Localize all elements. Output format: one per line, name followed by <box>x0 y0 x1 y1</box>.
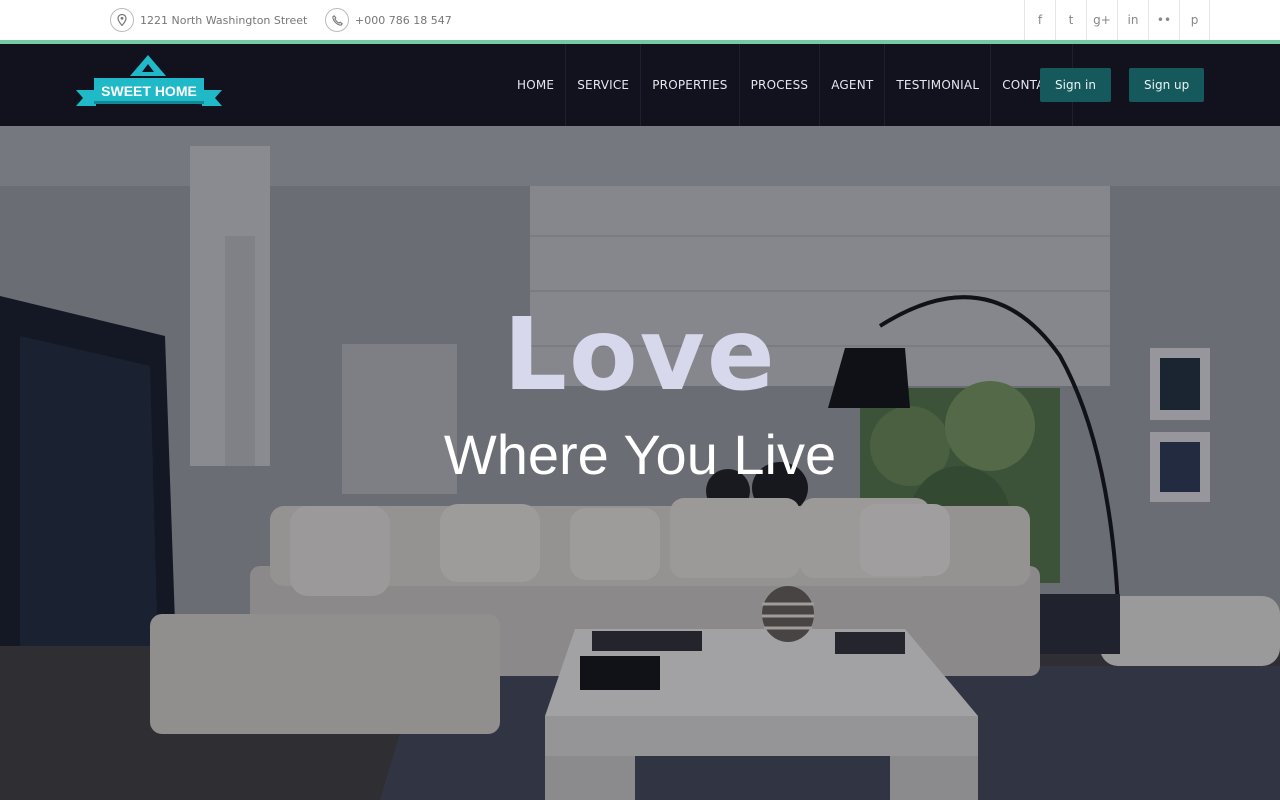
nav-item-process[interactable]: PROCESS <box>740 44 821 126</box>
hero-subtitle: Where You Live <box>443 423 837 486</box>
logo-text: SWEET HOME <box>101 83 197 99</box>
hero-section: Love Where You Live <box>0 126 1280 800</box>
google-plus-icon[interactable]: g+ <box>1086 0 1117 40</box>
flickr-icon[interactable]: •• <box>1148 0 1179 40</box>
sweet-home-logo[interactable]: SWEET HOME <box>76 54 222 110</box>
map-marker-icon <box>110 8 134 32</box>
nav-item-agent[interactable]: AGENT <box>820 44 886 126</box>
pinterest-icon[interactable]: p <box>1179 0 1210 40</box>
phone-text[interactable]: +000 786 18 547 <box>355 14 452 27</box>
nav-item-home[interactable]: HOME <box>506 44 567 126</box>
sign-in-button[interactable]: Sign in <box>1040 68 1111 102</box>
sign-up-button[interactable]: Sign up <box>1129 68 1205 102</box>
top-info-bar: 1221 North Washington Street +000 786 18… <box>0 0 1280 40</box>
hero-title: Love <box>503 296 777 413</box>
nav-item-testimonial[interactable]: TESTIMONIAL <box>885 44 992 126</box>
address-info: 1221 North Washington Street <box>110 0 307 40</box>
phone-icon <box>325 8 349 32</box>
address-text: 1221 North Washington Street <box>140 13 308 27</box>
nav-item-service[interactable]: SERVICE <box>566 44 642 126</box>
nav-menu: HOME SERVICE PROPERTIES PROCESS AGENT TESTIMO… <box>506 44 1073 126</box>
twitter-icon[interactable]: t <box>1055 0 1086 40</box>
phone-info: +000 786 18 547 <box>325 0 452 40</box>
facebook-icon[interactable]: f <box>1024 0 1055 40</box>
main-navbar: SWEET HOME HOME SERVICE PROPERTIES PROCESS A… <box>0 44 1280 126</box>
linkedin-icon[interactable]: in <box>1117 0 1148 40</box>
social-links: f t g+ in •• p <box>1024 0 1210 40</box>
nav-item-properties[interactable]: PROPERTIES <box>641 44 740 126</box>
